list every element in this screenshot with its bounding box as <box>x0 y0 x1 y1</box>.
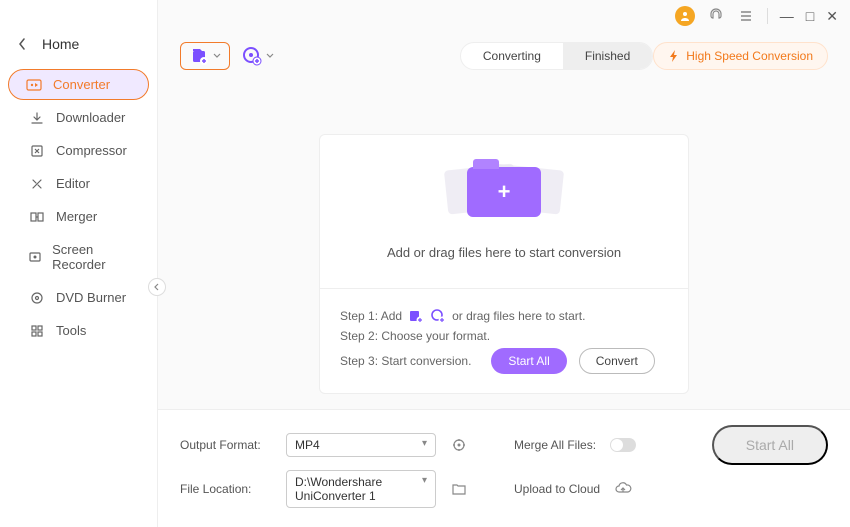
sidebar-item-label: Converter <box>53 77 110 92</box>
downloader-icon <box>28 111 46 125</box>
add-file-button[interactable] <box>180 42 230 70</box>
add-dvd-icon <box>242 46 262 66</box>
upload-label: Upload to Cloud <box>514 482 600 496</box>
sidebar-item-label: Downloader <box>56 110 125 125</box>
back-icon <box>18 38 28 50</box>
sidebar-item-label: Compressor <box>56 143 127 158</box>
drop-card: + Add or drag files here to start conver… <box>319 134 689 409</box>
sidebar-item-label: Tools <box>56 323 86 338</box>
sidebar-item-converter[interactable]: Converter <box>8 69 149 100</box>
screen-recorder-icon <box>28 250 42 264</box>
bottom-bar: Output Format: MP4 Merge All Files: Star… <box>158 409 850 527</box>
support-icon[interactable] <box>707 7 725 25</box>
format-settings-icon[interactable] <box>450 436 468 454</box>
sidebar-item-editor[interactable]: Editor <box>10 168 147 199</box>
step-3: Step 3: Start conversion. Start All Conv… <box>340 348 668 374</box>
tools-icon <box>28 324 46 338</box>
sidebar-item-label: Merger <box>56 209 97 224</box>
dvd-burner-icon <box>28 291 46 305</box>
merge-toggle[interactable] <box>610 438 636 452</box>
merge-label: Merge All Files: <box>514 438 596 452</box>
tab-finished[interactable]: Finished <box>563 43 652 69</box>
sidebar-item-downloader[interactable]: Downloader <box>10 102 147 133</box>
maximize-button[interactable]: □ <box>806 8 814 24</box>
chevron-down-icon <box>266 53 274 59</box>
sidebar-item-compressor[interactable]: Compressor <box>10 135 147 166</box>
start-all-button[interactable]: Start All <box>491 348 566 374</box>
sidebar-item-label: Editor <box>56 176 90 191</box>
high-speed-button[interactable]: High Speed Conversion <box>653 42 828 70</box>
convert-button[interactable]: Convert <box>579 348 655 374</box>
output-format-select[interactable]: MP4 <box>286 433 436 457</box>
home-label: Home <box>42 36 79 52</box>
titlebar: — □ ✕ <box>158 0 850 32</box>
add-file-icon <box>189 47 209 65</box>
divider <box>767 8 768 24</box>
close-button[interactable]: ✕ <box>826 8 838 25</box>
chevron-down-icon <box>213 53 221 59</box>
output-format-label: Output Format: <box>180 438 272 452</box>
file-location-select[interactable]: D:\Wondershare UniConverter 1 <box>286 470 436 508</box>
sidebar-item-merger[interactable]: Merger <box>10 201 147 232</box>
step-2: Step 2: Choose your format. <box>340 329 668 343</box>
cloud-upload-icon[interactable] <box>614 480 632 498</box>
instructions: Step 1: Add or drag files here to start.… <box>319 288 689 394</box>
converter-icon <box>25 79 43 91</box>
sidebar-item-dvd-burner[interactable]: DVD Burner <box>10 282 147 313</box>
minimize-button[interactable]: — <box>780 8 794 24</box>
compressor-icon <box>28 144 46 158</box>
folder-illustration: + <box>444 157 564 227</box>
user-avatar[interactable] <box>675 6 695 26</box>
add-dvd-button[interactable] <box>242 46 274 66</box>
editor-icon <box>28 177 46 191</box>
open-folder-icon[interactable] <box>450 480 468 498</box>
drop-message: Add or drag files here to start conversi… <box>387 245 621 260</box>
drop-zone[interactable]: + Add or drag files here to start conver… <box>319 134 689 288</box>
center-panel: + Add or drag files here to start conver… <box>158 74 850 409</box>
file-location-label: File Location: <box>180 482 272 496</box>
tab-converting[interactable]: Converting <box>461 43 563 69</box>
home-button[interactable]: Home <box>0 28 157 68</box>
step-1: Step 1: Add or drag files here to start. <box>340 308 668 324</box>
sidebar: Home Converter Downloader Compressor Edi… <box>0 0 158 527</box>
menu-icon[interactable] <box>737 7 755 25</box>
add-dvd-icon <box>430 308 446 324</box>
merger-icon <box>28 210 46 224</box>
status-tabs: Converting Finished <box>460 42 653 70</box>
high-speed-label: High Speed Conversion <box>686 49 813 63</box>
lightning-icon <box>668 49 680 63</box>
sidebar-item-screen-recorder[interactable]: Screen Recorder <box>10 234 147 280</box>
start-all-main-button[interactable]: Start All <box>712 425 828 465</box>
add-file-icon <box>408 308 424 324</box>
plus-icon: + <box>467 167 541 217</box>
sidebar-item-label: Screen Recorder <box>52 242 129 272</box>
sidebar-item-label: DVD Burner <box>56 290 126 305</box>
toolbar: Converting Finished High Speed Conversio… <box>158 32 850 74</box>
sidebar-item-tools[interactable]: Tools <box>10 315 147 346</box>
main-area: — □ ✕ Converting Finished <box>158 0 850 527</box>
